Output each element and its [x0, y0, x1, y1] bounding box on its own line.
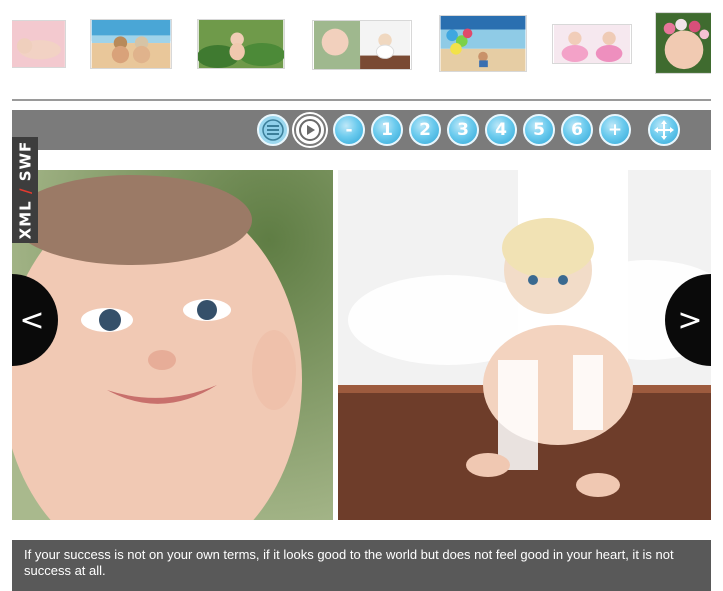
page-2-button[interactable]: 2	[409, 114, 441, 146]
thumb-flower-crown[interactable]	[655, 12, 711, 74]
thumb-baby-duo[interactable]	[312, 20, 412, 70]
thumb-sleeping-baby[interactable]	[12, 20, 66, 68]
page-5-button[interactable]: 5	[523, 114, 555, 146]
xml-swf-label: XML / SWF	[16, 140, 34, 240]
page-6-button[interactable]: 6	[561, 114, 593, 146]
play-button[interactable]	[294, 114, 326, 146]
play-icon	[299, 119, 321, 141]
page-1-button[interactable]: 1	[371, 114, 403, 146]
slide-image-smiling-baby	[12, 170, 333, 520]
xml-swf-tab[interactable]: XML / SWF	[12, 137, 38, 243]
slide-caption: If your success is not on your own terms…	[12, 540, 711, 591]
page-3-button[interactable]: 3	[447, 114, 479, 146]
strip-divider	[12, 99, 711, 101]
control-bar: - 1 2 3 4 5 6 +	[12, 110, 711, 150]
thumb-beach-kids[interactable]	[90, 19, 172, 69]
next-page-button[interactable]: +	[599, 114, 631, 146]
thumb-baby-on-leaves[interactable]	[197, 19, 285, 69]
slide-image-angel-baby	[338, 170, 711, 520]
thumb-baby-pink-dress[interactable]	[552, 24, 632, 64]
thumbnail-strip	[12, 0, 711, 96]
menu-button[interactable]	[257, 114, 289, 146]
prev-page-button[interactable]: -	[333, 114, 365, 146]
fullscreen-icon	[654, 120, 674, 140]
fullscreen-button[interactable]	[648, 114, 680, 146]
thumb-balloons-beach[interactable]	[439, 15, 527, 72]
page-4-button[interactable]: 4	[485, 114, 517, 146]
menu-icon	[262, 119, 284, 141]
